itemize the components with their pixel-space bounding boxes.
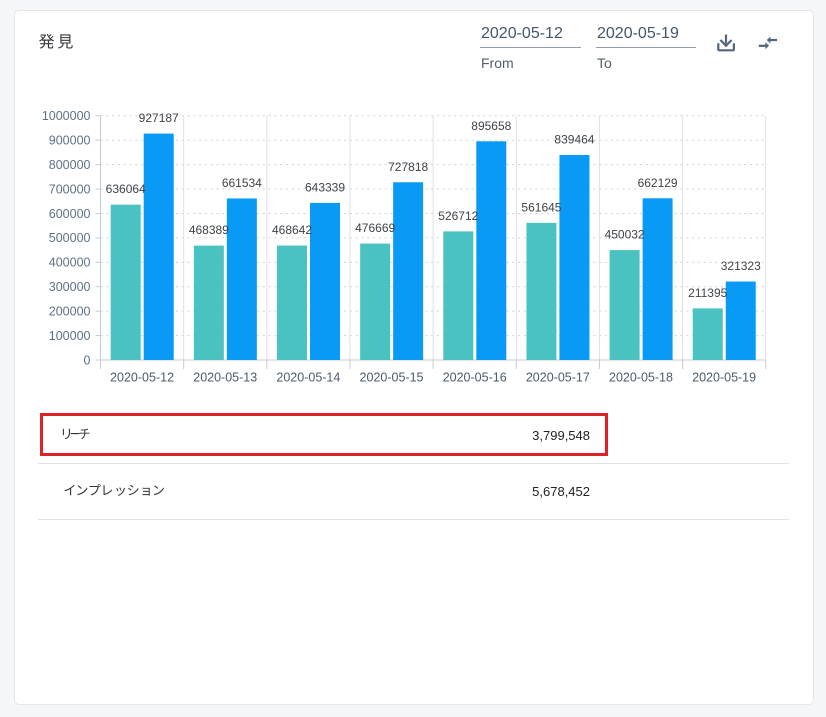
svg-text:211395: 211395 — [688, 286, 727, 300]
svg-text:2020-05-15: 2020-05-15 — [360, 371, 424, 385]
svg-text:300000: 300000 — [49, 280, 91, 294]
svg-text:800000: 800000 — [49, 158, 91, 172]
svg-text:895658: 895658 — [471, 119, 511, 133]
svg-text:400000: 400000 — [49, 256, 91, 270]
svg-text:600000: 600000 — [49, 207, 91, 221]
svg-text:839464: 839464 — [554, 133, 594, 147]
svg-text:643339: 643339 — [305, 180, 345, 194]
svg-text:561645: 561645 — [521, 200, 561, 214]
svg-text:661534: 661534 — [222, 176, 262, 190]
svg-text:2020-05-12: 2020-05-12 — [110, 371, 174, 385]
svg-text:468642: 468642 — [272, 223, 312, 237]
svg-text:2020-05-18: 2020-05-18 — [609, 371, 673, 385]
svg-text:927187: 927187 — [139, 111, 179, 125]
svg-text:468389: 468389 — [189, 223, 229, 237]
svg-text:700000: 700000 — [49, 182, 91, 196]
svg-text:900000: 900000 — [49, 134, 91, 148]
svg-text:662129: 662129 — [638, 176, 678, 190]
svg-text:321323: 321323 — [721, 259, 761, 273]
svg-text:476669: 476669 — [355, 221, 395, 235]
svg-text:200000: 200000 — [49, 304, 91, 318]
svg-text:1000000: 1000000 — [42, 109, 91, 123]
svg-text:2020-05-13: 2020-05-13 — [193, 371, 257, 385]
svg-text:450032: 450032 — [605, 228, 645, 242]
svg-text:526712: 526712 — [438, 209, 478, 223]
svg-text:727818: 727818 — [388, 160, 428, 174]
svg-text:636064: 636064 — [106, 182, 146, 196]
svg-text:2020-05-17: 2020-05-17 — [526, 371, 590, 385]
svg-text:2020-05-16: 2020-05-16 — [443, 371, 507, 385]
svg-text:500000: 500000 — [49, 231, 91, 245]
svg-text:0: 0 — [84, 353, 91, 367]
svg-text:2020-05-14: 2020-05-14 — [276, 371, 340, 385]
svg-text:100000: 100000 — [49, 329, 91, 343]
svg-text:2020-05-19: 2020-05-19 — [692, 371, 756, 385]
